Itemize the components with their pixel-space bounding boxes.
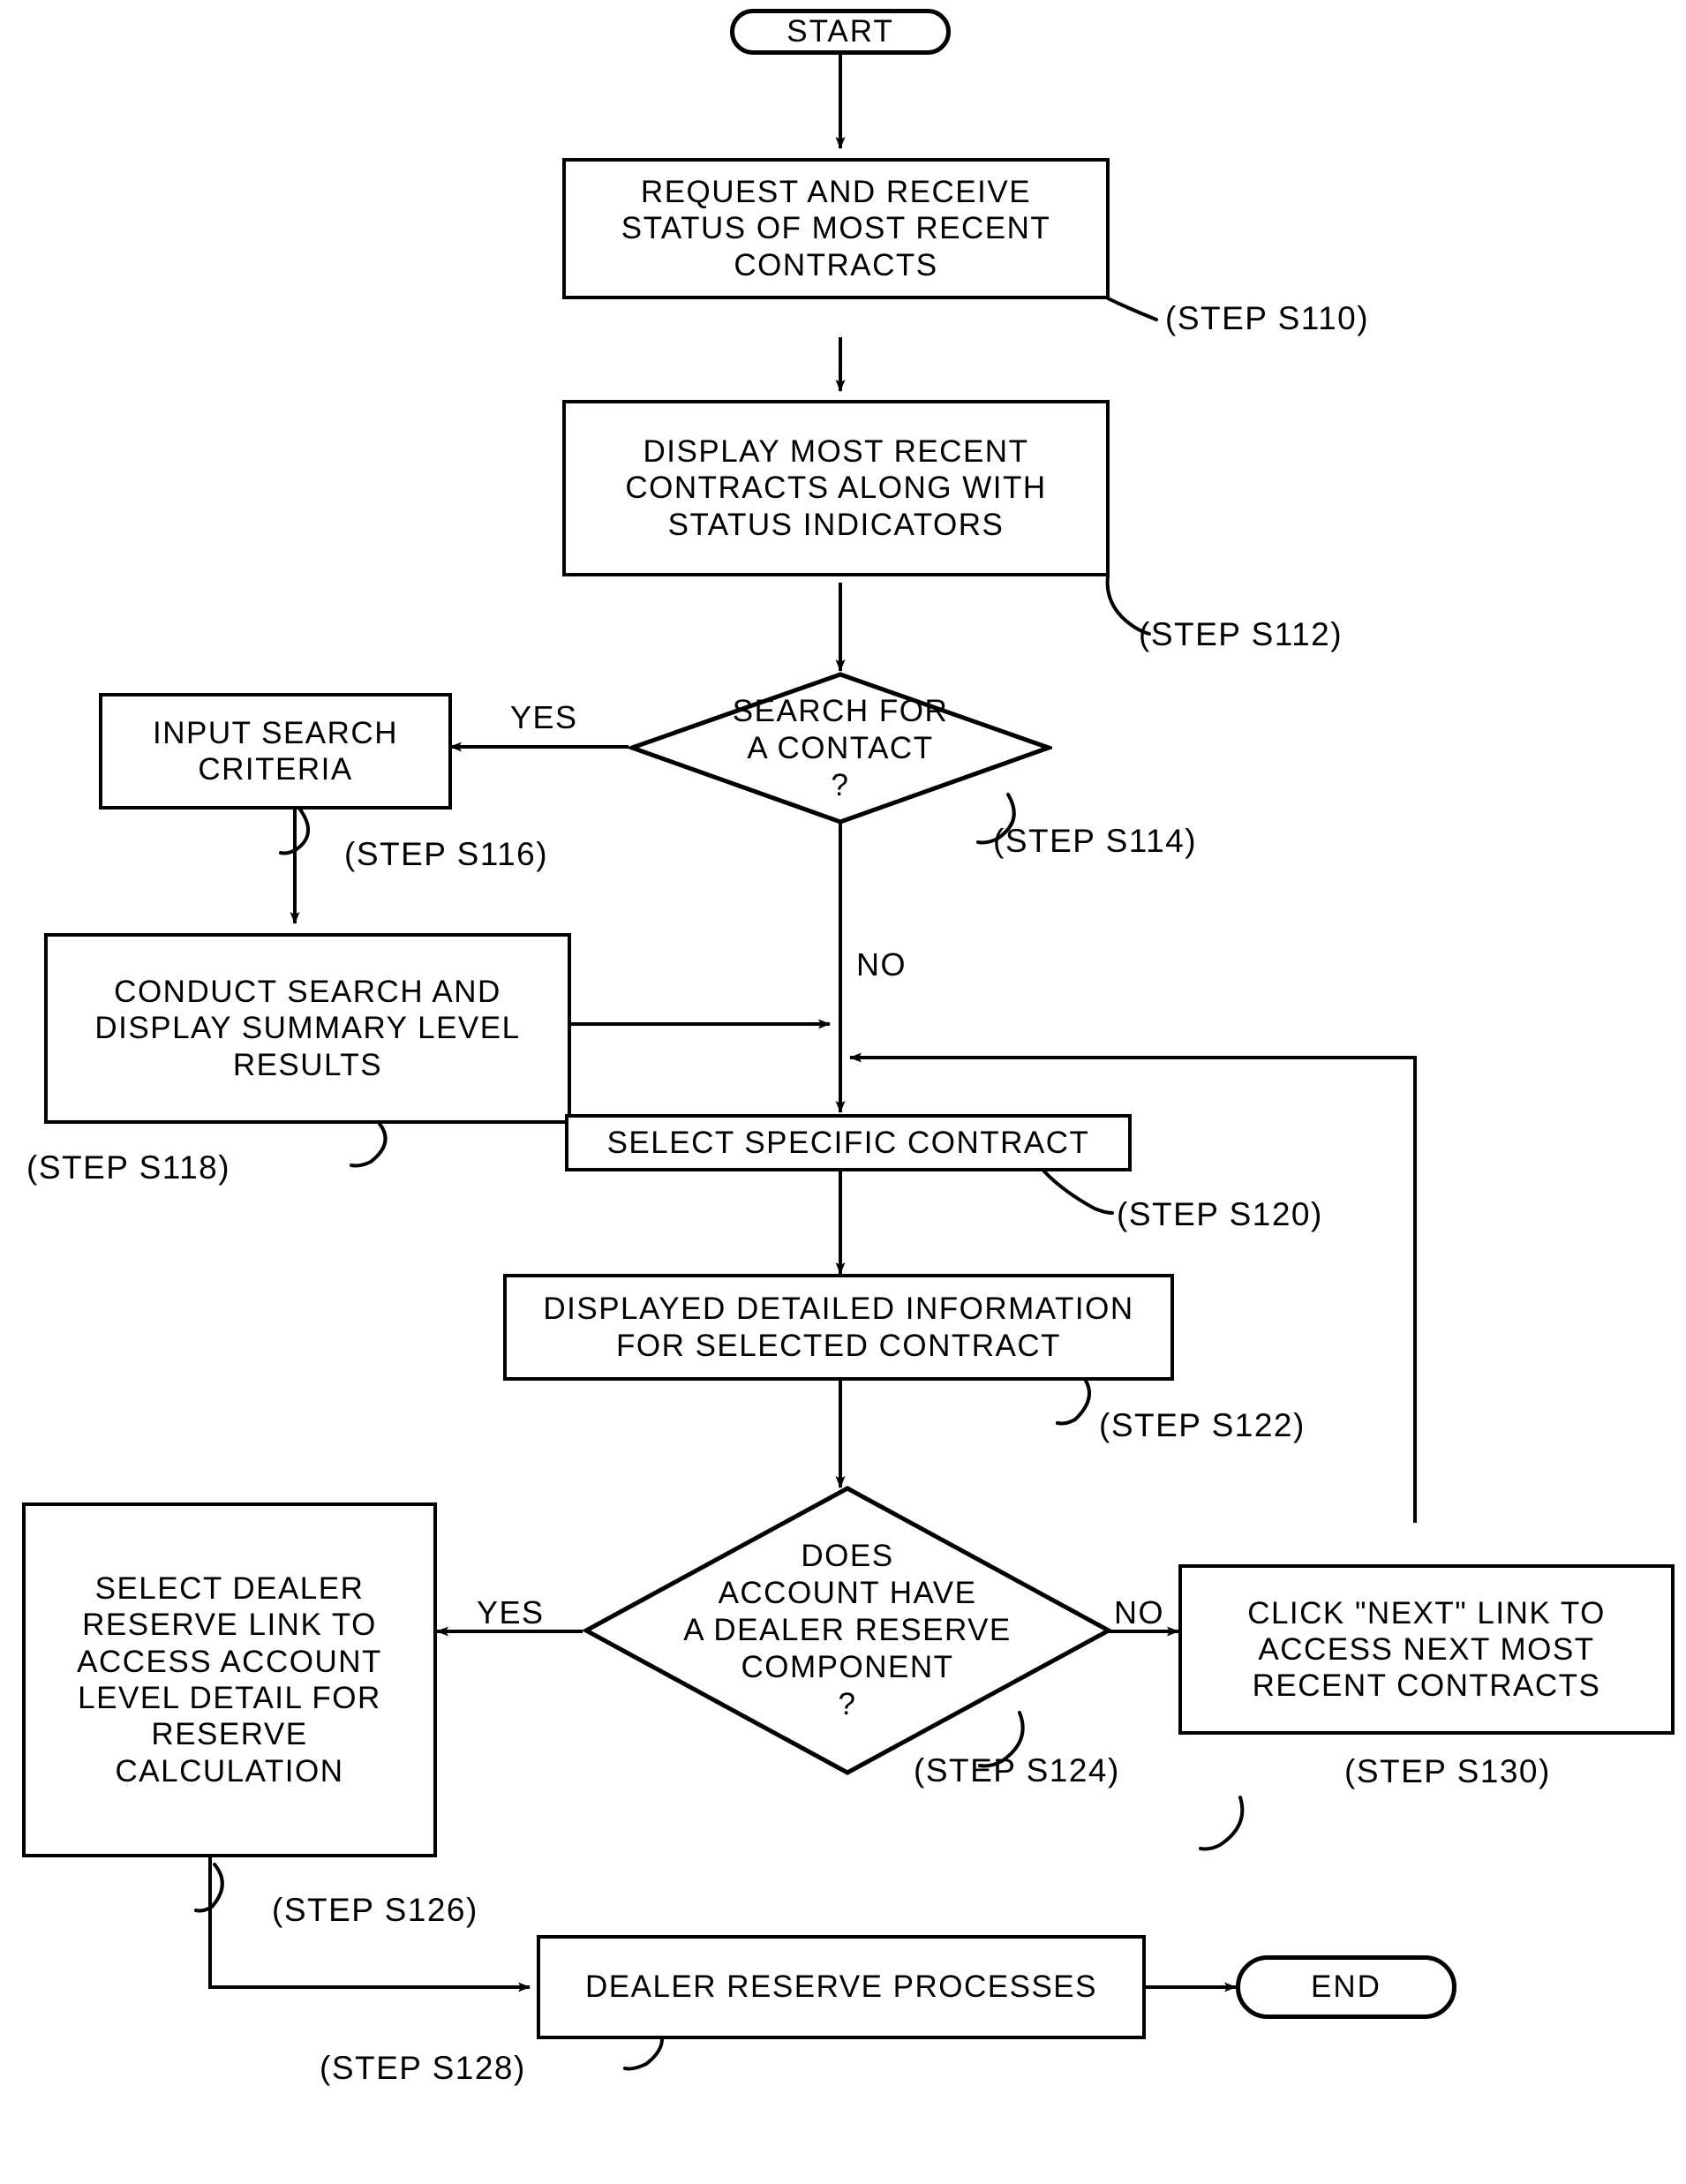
step-label-s116: (STEP S116) xyxy=(344,836,549,872)
node-conduct-search-display-results[interactable]: CONDUCT SEARCH AND DISPLAY SUMMARY LEVEL… xyxy=(44,933,571,1124)
node-dealer-reserve-processes[interactable]: DEALER RESERVE PROCESSES xyxy=(537,1935,1146,2039)
step-label-s130: (STEP S130) xyxy=(1344,1753,1551,1789)
node-input-search-criteria[interactable]: INPUT SEARCH CRITERIA xyxy=(99,693,452,810)
node-end[interactable]: END xyxy=(1236,1955,1456,2019)
step-label-s112: (STEP S112) xyxy=(1139,616,1344,652)
node-search-for-contact-decision[interactable]: SEARCH FOR A CONTACT ? xyxy=(628,671,1052,825)
step-label-s126: (STEP S126) xyxy=(272,1892,478,1928)
decision-label: DOES ACCOUNT HAVE A DEALER RESERVE COMPO… xyxy=(683,1539,1012,1721)
leader-s118 xyxy=(350,1122,388,1168)
leader-s122 xyxy=(1056,1379,1091,1426)
step-label-s114: (STEP S114) xyxy=(993,823,1198,859)
step-label-s118: (STEP S118) xyxy=(26,1149,231,1186)
step-label-s120: (STEP S120) xyxy=(1117,1196,1323,1232)
node-start[interactable]: START xyxy=(730,9,951,55)
branch-label-no-dealer-reserve: NO xyxy=(1114,1594,1164,1630)
node-displayed-detailed-information[interactable]: DISPLAYED DETAILED INFORMATION FOR SELEC… xyxy=(503,1274,1174,1381)
node-select-dealer-reserve-link[interactable]: SELECT DEALER RESERVE LINK TO ACCESS ACC… xyxy=(22,1502,437,1857)
leader-s130 xyxy=(1199,1796,1245,1851)
flowchart-canvas: START REQUEST AND RECEIVE STATUS OF MOST… xyxy=(0,0,1686,2184)
step-label-s122: (STEP S122) xyxy=(1099,1407,1306,1443)
leader-s110 xyxy=(1106,297,1158,321)
branch-label-yes-dealer-reserve: YES xyxy=(477,1594,545,1630)
node-click-next-link[interactable]: CLICK "NEXT" LINK TO ACCESS NEXT MOST RE… xyxy=(1178,1564,1675,1735)
step-label-s124: (STEP S124) xyxy=(914,1752,1120,1789)
step-label-s128: (STEP S128) xyxy=(320,2050,526,2086)
decision-label: SEARCH FOR A CONTACT ? xyxy=(732,693,949,802)
branch-label-yes-search: YES xyxy=(510,699,578,735)
node-dealer-reserve-decision[interactable]: DOES ACCOUNT HAVE A DEALER RESERVE COMPO… xyxy=(583,1485,1112,1776)
node-select-specific-contract[interactable]: SELECT SPECIFIC CONTRACT xyxy=(565,1114,1132,1171)
leader-s120 xyxy=(1042,1170,1114,1215)
node-request-receive-status[interactable]: REQUEST AND RECEIVE STATUS OF MOST RECEN… xyxy=(562,158,1110,299)
leader-s116 xyxy=(279,808,310,855)
node-display-most-recent-contracts[interactable]: DISPLAY MOST RECENT CONTRACTS ALONG WITH… xyxy=(562,400,1110,576)
step-label-s110: (STEP S110) xyxy=(1165,300,1370,336)
leader-s126 xyxy=(194,1863,224,1913)
branch-label-no-search: NO xyxy=(856,946,907,983)
